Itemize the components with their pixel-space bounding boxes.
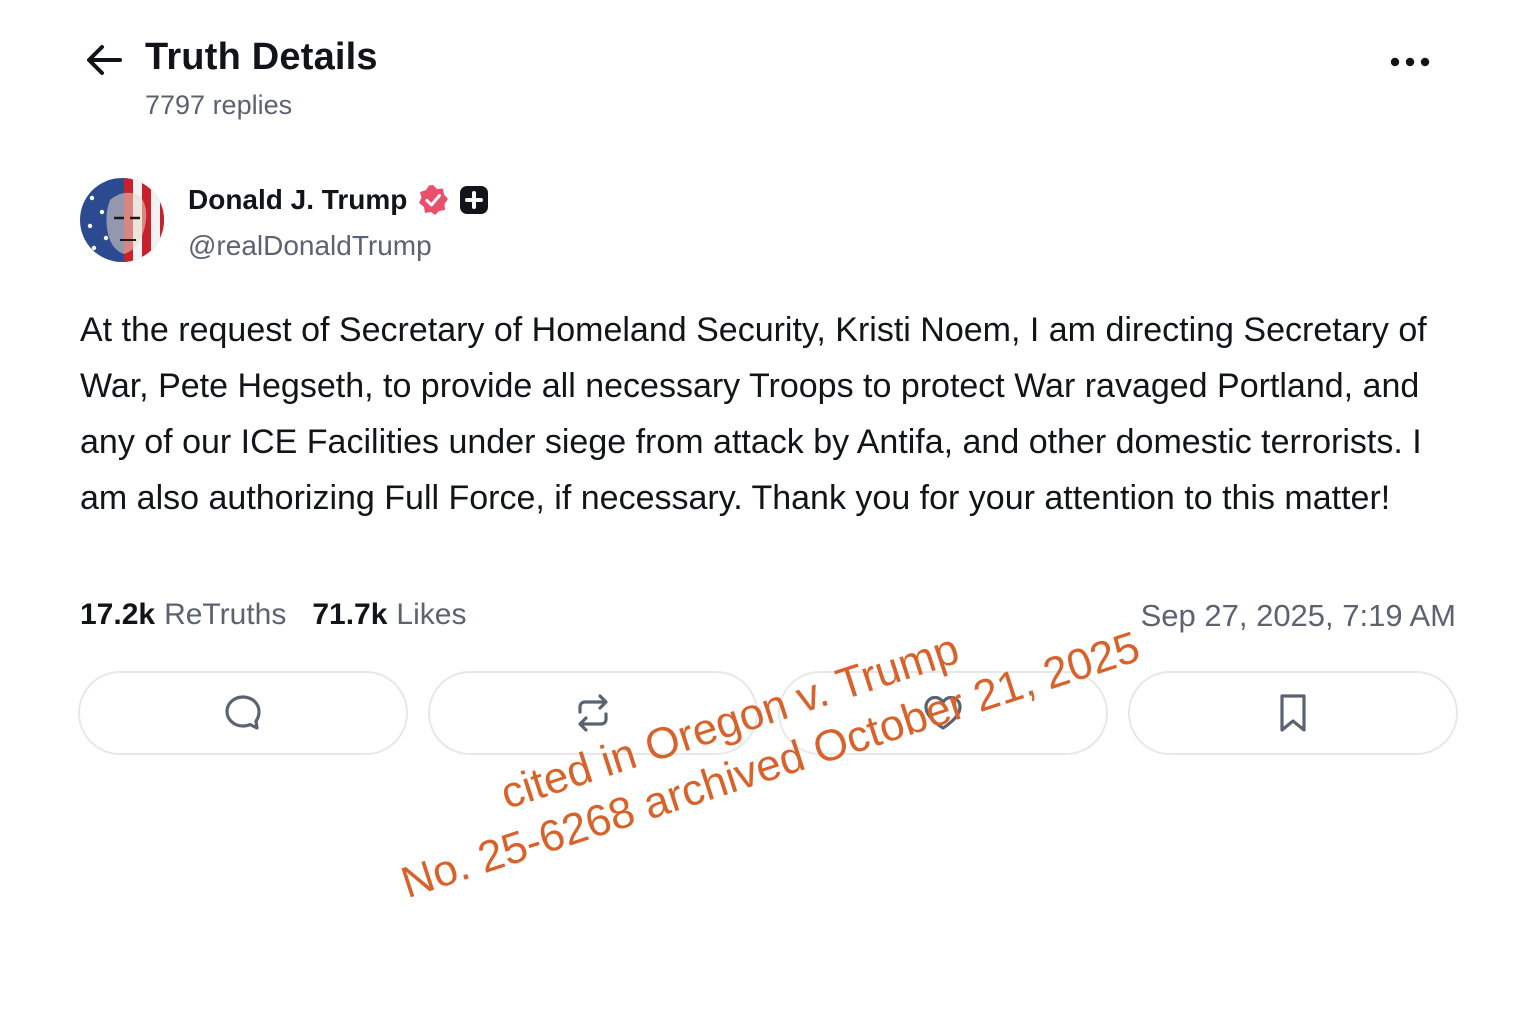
retruths-count: 17.2k [80,598,156,631]
more-dots-icon [1390,57,1430,67]
likes-count: 71.7k [312,598,388,631]
retruths-stat[interactable]: 17.2k ReTruths [80,598,286,632]
replies-count: 7797 replies [145,90,293,120]
arrow-left-icon [87,45,122,75]
author-handle[interactable]: @realDonaldTrump [188,230,432,262]
post-body: At the request of Secretary of Homeland … [80,311,1427,517]
bookmark-icon [1280,694,1306,732]
reply-button[interactable] [78,671,408,755]
likes-stat[interactable]: 71.7k Likes [312,598,466,632]
post-stats: 17.2k ReTruths 71.7k Likes [80,598,466,632]
verified-badge-icon [417,184,449,216]
back-button[interactable] [82,40,126,80]
post-timestamp: Sep 27, 2025, 7:19 AM [1140,598,1456,633]
retruths-label: ReTruths [164,598,287,631]
likes-label: Likes [396,598,467,631]
page-header: Truth Details 7797 replies [0,0,1518,140]
author-name[interactable]: Donald J. Trump [188,184,407,216]
reply-icon [225,695,261,730]
retruth-icon [578,694,608,732]
page-title: Truth Details [145,36,378,78]
avatar[interactable] [80,178,164,262]
more-options-button[interactable] [1386,48,1434,76]
plus-badge-icon [459,185,489,215]
post-author: Donald J. Trump @realDonaldTrump [80,178,780,264]
bookmark-button[interactable] [1128,671,1458,755]
